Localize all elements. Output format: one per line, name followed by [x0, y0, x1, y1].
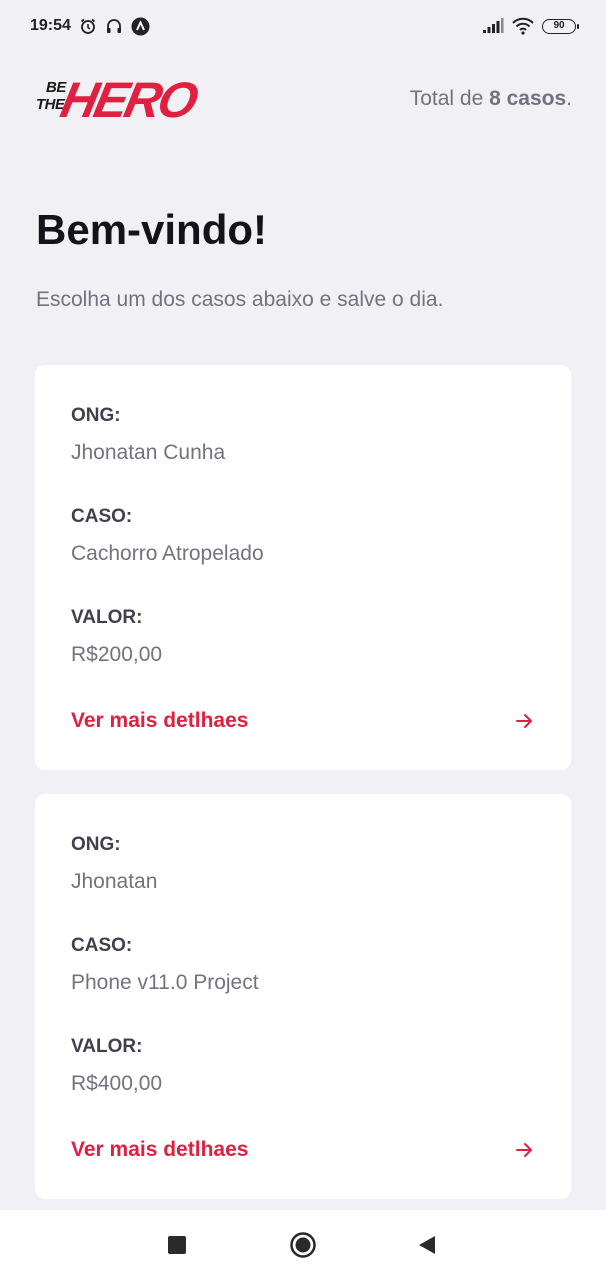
valor-value: R$200,00 — [71, 643, 163, 666]
valor-label: VALOR: — [71, 607, 143, 628]
arrow-right-icon — [513, 710, 535, 732]
details-label: Ver mais detlhaes — [71, 1138, 249, 1161]
ong-value: Jhonatan Cunha — [71, 441, 226, 464]
incident-card: ONG: Jhonatan Cunha CASO: Cachorro Atrop… — [35, 365, 571, 770]
caso-label: CASO: — [71, 935, 133, 956]
back-triangle-icon[interactable] — [414, 1232, 440, 1258]
arrow-right-icon — [513, 1139, 535, 1161]
ong-label: ONG: — [71, 834, 121, 855]
details-button[interactable]: Ver mais detlhaes — [71, 708, 535, 734]
ong-value: Jhonatan — [71, 870, 158, 893]
total-prefix: Total de — [409, 87, 490, 110]
home-circle-icon[interactable] — [290, 1232, 316, 1258]
valor-value: R$400,00 — [71, 1072, 163, 1095]
details-label: Ver mais detlhaes — [71, 709, 249, 732]
total-count: 8 casos — [489, 87, 567, 110]
ong-label: ONG: — [71, 405, 121, 426]
page-title: Bem-vindo! — [36, 206, 267, 253]
total-suffix: . — [566, 87, 572, 110]
caso-label: CASO: — [71, 506, 133, 527]
page-subtitle: Escolha um dos casos abaixo e salve o di… — [36, 288, 444, 311]
total-cases: Total de 8 casos. — [410, 87, 572, 111]
signal-icon — [482, 18, 504, 34]
system-nav-bar — [0, 1210, 606, 1280]
incident-card: ONG: Jhonatan CASO: Phone v11.0 Project … — [35, 794, 571, 1199]
logo-hero: HERO — [56, 72, 201, 128]
status-time: 19:54 — [30, 17, 71, 34]
caso-value: Phone v11.0 Project — [71, 971, 259, 994]
alarm-icon — [79, 17, 97, 35]
recents-square-icon[interactable] — [164, 1232, 190, 1258]
headset-icon — [105, 17, 123, 35]
status-bar: 19:54 90 — [0, 0, 606, 52]
header: BE THE HERO Total de 8 casos. — [32, 64, 572, 134]
notification-icon — [131, 17, 150, 36]
be-the-hero-logo: BE THE HERO — [32, 66, 200, 132]
caso-value: Cachorro Atropelado — [71, 542, 264, 565]
valor-label: VALOR: — [71, 1036, 143, 1057]
battery-icon: 90 — [542, 18, 579, 34]
details-button[interactable]: Ver mais detlhaes — [71, 1137, 535, 1163]
wifi-icon — [512, 17, 534, 35]
